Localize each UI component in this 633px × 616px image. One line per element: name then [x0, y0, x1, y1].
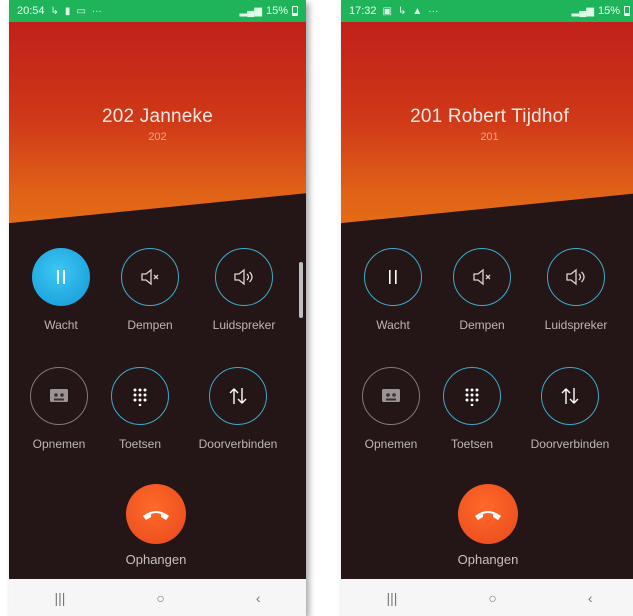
hold-label: Wacht	[376, 318, 410, 332]
hangup-phone-icon	[143, 511, 169, 520]
speaker-button[interactable]	[547, 248, 605, 306]
caller-header: 201 Robert Tijdhof 201	[341, 22, 633, 236]
call-screen-1: 20:54 ↳ ▮ ▭ ··· ▂▄▆ 15% 202 Janneke 202 …	[9, 0, 306, 616]
keypad-button[interactable]	[111, 367, 169, 425]
mute-button[interactable]	[453, 248, 511, 306]
status-bar: 20:54 ↳ ▮ ▭ ··· ▂▄▆ 15%	[9, 0, 306, 22]
mute-button[interactable]	[121, 248, 179, 306]
keypad-label: Toetsen	[118, 437, 162, 451]
speaker-button[interactable]	[215, 248, 273, 306]
transfer-button[interactable]	[209, 367, 267, 425]
status-battery: 15%	[597, 5, 620, 17]
hangup-phone-icon	[475, 511, 501, 520]
call-forward-icon: ↳	[50, 5, 59, 17]
speaker-icon	[234, 268, 253, 286]
recent-apps-icon[interactable]: |||	[54, 590, 65, 606]
hangup-button[interactable]	[458, 484, 518, 544]
warning-icon: ▲	[412, 5, 423, 17]
cassette-icon	[50, 389, 68, 402]
speaker-mute-icon	[473, 268, 491, 286]
transfer-arrows-icon	[561, 388, 579, 404]
status-time: 20:54	[17, 5, 45, 17]
scrollbar[interactable]	[299, 262, 303, 318]
caller-header: 202 Janneke 202	[9, 22, 306, 236]
cassette-icon	[382, 389, 400, 402]
dialpad-icon	[465, 388, 479, 406]
signal-icon: ▂▄▆	[239, 5, 262, 17]
transfer-button[interactable]	[541, 367, 599, 425]
battery-icon	[292, 6, 298, 16]
recent-apps-icon[interactable]: |||	[386, 590, 397, 606]
speaker-icon	[566, 268, 585, 286]
hold-label: Wacht	[44, 318, 78, 332]
mute-label: Dempen	[127, 318, 173, 332]
caller-name: 201 Robert Tijdhof	[410, 106, 569, 127]
caller-name: 202 Janneke	[101, 106, 213, 127]
keypad-button[interactable]	[443, 367, 501, 425]
caller-number: 201	[480, 131, 499, 143]
back-icon[interactable]: ‹	[588, 590, 593, 606]
dialpad-icon	[133, 388, 147, 406]
hangup-label: Ophangen	[457, 552, 519, 567]
pause-icon	[389, 270, 397, 284]
speaker-mute-icon	[141, 268, 159, 286]
navigation-bar: ||| ○ ‹	[341, 579, 633, 616]
mute-label: Dempen	[459, 318, 505, 332]
status-bar: 17:32 ▣ ↳ ▲ ··· ▂▄▆ 15%	[341, 0, 633, 22]
status-time: 17:32	[349, 5, 377, 17]
more-icon: ···	[91, 5, 102, 17]
hold-button[interactable]	[364, 248, 422, 306]
hold-button[interactable]	[32, 248, 90, 306]
speaker-label: Luidspreker	[212, 318, 276, 332]
back-icon[interactable]: ‹	[256, 590, 261, 606]
record-button[interactable]	[30, 367, 88, 425]
more-icon: ···	[428, 5, 439, 17]
caller-number: 202	[148, 131, 167, 143]
status-battery: 15%	[265, 5, 288, 17]
hangup-label: Ophangen	[125, 552, 187, 567]
battery-icon	[624, 6, 630, 16]
pause-icon	[57, 270, 65, 284]
notification-icon: ▮	[64, 5, 71, 17]
record-button[interactable]	[362, 367, 420, 425]
call-forward-icon: ↳	[397, 5, 407, 17]
image-icon: ▣	[382, 5, 392, 17]
message-icon: ▭	[76, 5, 86, 17]
transfer-label: Doorverbinden	[198, 437, 278, 451]
signal-icon: ▂▄▆	[571, 5, 594, 17]
navigation-bar: ||| ○ ‹	[9, 579, 306, 616]
keypad-label: Toetsen	[450, 437, 494, 451]
hangup-button[interactable]	[126, 484, 186, 544]
call-screen-2: 17:32 ▣ ↳ ▲ ··· ▂▄▆ 15% 201 Robert Tijdh…	[341, 0, 633, 616]
record-label: Opnemen	[364, 437, 418, 451]
home-icon[interactable]: ○	[156, 590, 164, 606]
transfer-label: Doorverbinden	[530, 437, 610, 451]
record-label: Opnemen	[32, 437, 86, 451]
transfer-arrows-icon	[229, 388, 247, 404]
home-icon[interactable]: ○	[488, 590, 496, 606]
speaker-label: Luidspreker	[544, 318, 608, 332]
